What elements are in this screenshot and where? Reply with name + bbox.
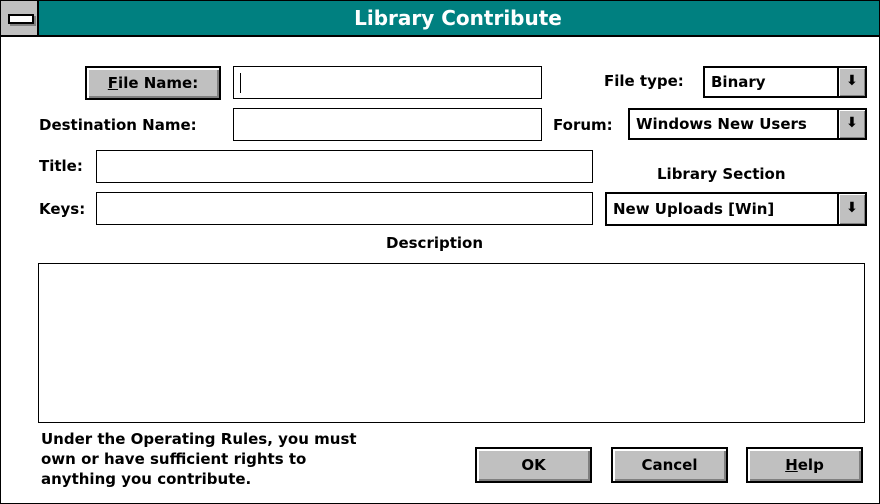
file-type-label: File type: [604, 72, 684, 90]
operating-rules-note: Under the Operating Rules, you must own … [41, 429, 441, 489]
library-section-value: New Uploads [Win] [613, 200, 775, 218]
file-name-button[interactable]: File Name: [85, 66, 221, 100]
help-label-rest: elp [797, 456, 824, 474]
down-arrow-icon[interactable]: ⬇ [837, 110, 865, 138]
title-label: Title: [39, 157, 83, 175]
file-type-dropdown[interactable]: Binary ⬇ [703, 66, 867, 98]
forum-label: Forum: [553, 116, 613, 134]
help-accel: H [785, 456, 798, 474]
text-caret [240, 73, 241, 93]
forum-dropdown[interactable]: Windows New Users ⬇ [628, 108, 867, 140]
ok-button[interactable]: OK [475, 447, 592, 483]
down-arrow-icon[interactable]: ⬇ [837, 68, 865, 96]
operating-rules-line: anything you contribute. [41, 470, 252, 488]
operating-rules-line: Under the Operating Rules, you must [41, 430, 357, 448]
help-button[interactable]: Help [746, 447, 863, 483]
description-label: Description [386, 234, 484, 252]
title-bar: Library Contribute [1, 1, 879, 37]
keys-label: Keys: [39, 200, 86, 218]
cancel-button[interactable]: Cancel [611, 447, 728, 483]
library-section-dropdown[interactable]: New Uploads [Win] ⬇ [605, 192, 867, 226]
file-type-value: Binary [711, 73, 766, 91]
library-contribute-dialog: Library Contribute File Name: File type:… [0, 0, 880, 504]
forum-value: Windows New Users [636, 115, 807, 133]
keys-input[interactable] [96, 192, 593, 225]
destination-name-label: Destination Name: [39, 116, 197, 134]
file-name-accel: F [107, 74, 119, 92]
window-title: Library Contribute [354, 6, 562, 30]
description-textarea[interactable] [38, 263, 865, 423]
title-input[interactable] [96, 150, 593, 183]
system-menu-icon[interactable] [1, 1, 39, 35]
file-name-label-rest: ile Name: [118, 74, 199, 92]
down-arrow-icon[interactable]: ⬇ [837, 194, 865, 224]
operating-rules-line: own or have sufficient rights to [41, 450, 307, 468]
destination-name-input[interactable] [233, 108, 542, 141]
file-name-input[interactable] [233, 66, 542, 99]
library-section-label: Library Section [657, 165, 786, 183]
